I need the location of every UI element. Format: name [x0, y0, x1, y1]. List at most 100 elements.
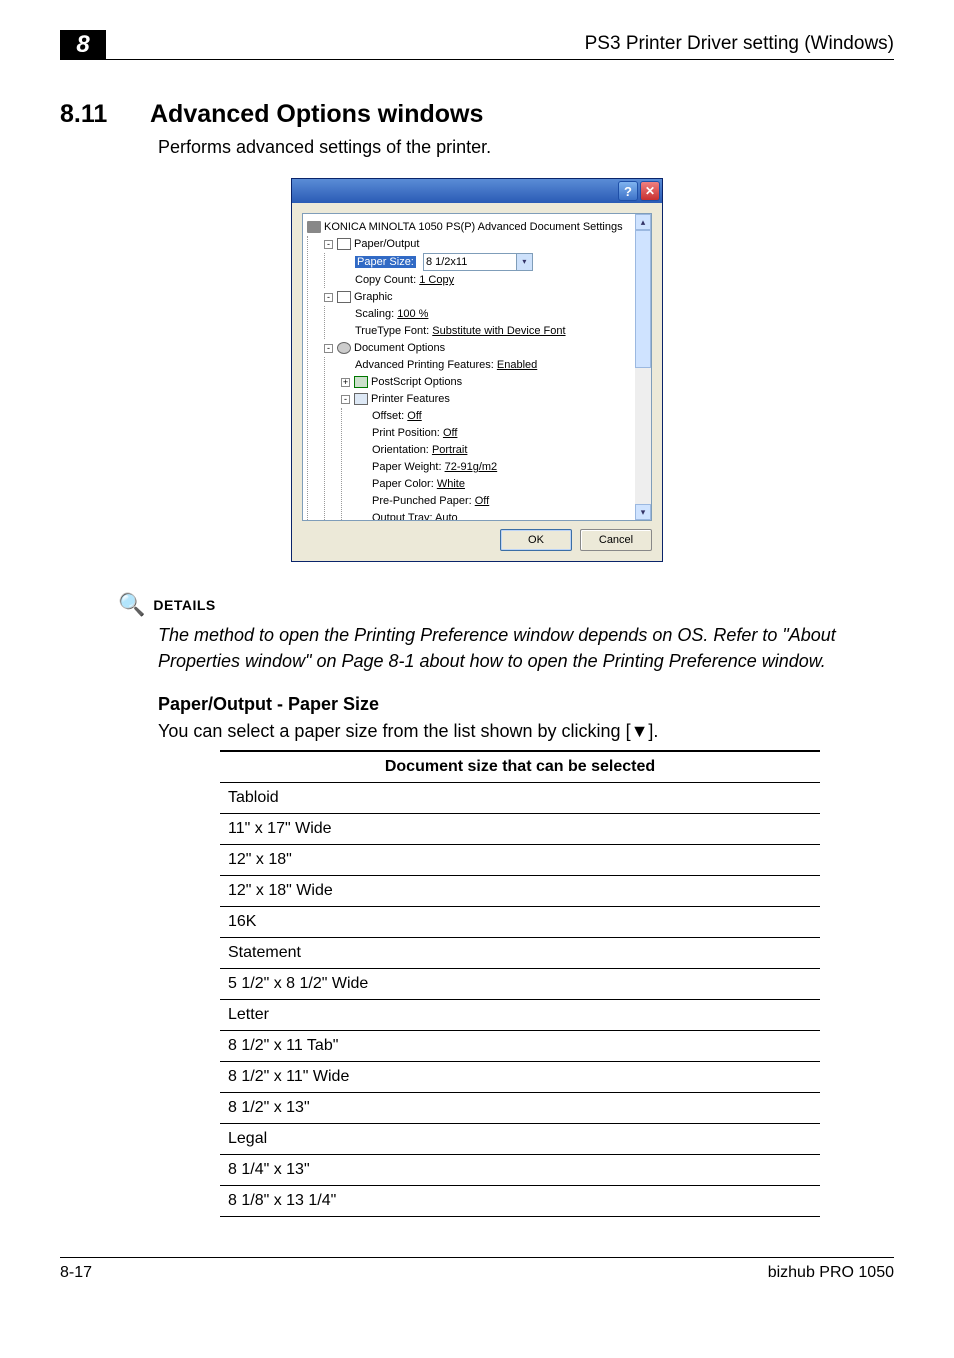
- table-row: Legal: [220, 1124, 820, 1155]
- section-intro: Performs advanced settings of the printe…: [158, 137, 894, 158]
- scaling-value[interactable]: 100 %: [397, 308, 428, 320]
- size-cell: 8 1/4" x 13": [220, 1155, 820, 1186]
- postscript-node[interactable]: PostScript Options: [371, 376, 462, 388]
- size-cell: Letter: [220, 1000, 820, 1031]
- paper-size-value: 8 1/2x11: [426, 256, 467, 268]
- size-cell: 8 1/8" x 13 1/4": [220, 1186, 820, 1217]
- size-cell: 8 1/2" x 13": [220, 1093, 820, 1124]
- cancel-button[interactable]: Cancel: [580, 529, 652, 551]
- footer-page-number: 8-17: [60, 1264, 92, 1282]
- printer-icon: [307, 221, 321, 233]
- size-cell: 8 1/2" x 11 Tab": [220, 1031, 820, 1062]
- truetype-label[interactable]: TrueType Font:: [355, 325, 429, 337]
- feature-label: Output Tray:: [372, 512, 433, 521]
- printer-features-icon: [354, 393, 368, 405]
- adv-print-value[interactable]: Enabled: [497, 359, 537, 371]
- running-header: PS3 Printer Driver setting (Windows): [585, 33, 894, 55]
- details-heading: DETAILS: [153, 597, 215, 613]
- graphic-node[interactable]: Graphic: [354, 291, 393, 303]
- printer-feature-item[interactable]: Print Position: Off: [358, 425, 651, 441]
- size-cell: 8 1/2" x 11" Wide: [220, 1062, 820, 1093]
- dialog-titlebar: ? ✕: [292, 179, 662, 203]
- paper-size-combo[interactable]: 8 1/2x11 ▾: [423, 253, 533, 271]
- feature-value[interactable]: Off: [475, 495, 489, 507]
- help-button[interactable]: ?: [618, 181, 638, 201]
- tree-root-label: KONICA MINOLTA 1050 PS(P) Advanced Docum…: [324, 221, 623, 233]
- feature-value[interactable]: Off: [443, 427, 457, 439]
- printer-feature-item[interactable]: Output Tray: Auto: [358, 510, 651, 521]
- feature-value[interactable]: Auto: [435, 512, 458, 521]
- printer-feature-item[interactable]: Orientation: Portrait: [358, 442, 651, 458]
- scroll-thumb[interactable]: [635, 230, 651, 368]
- paper-size-lead: You can select a paper size from the lis…: [158, 721, 894, 742]
- paper-size-subheading: Paper/Output - Paper Size: [158, 694, 894, 715]
- feature-label: Paper Color:: [372, 478, 434, 490]
- table-row: 8 1/8" x 13 1/4": [220, 1186, 820, 1217]
- feature-label: Offset:: [372, 410, 404, 422]
- printer-feature-item[interactable]: Pre-Punched Paper: Off: [358, 493, 651, 509]
- size-cell: 16K: [220, 907, 820, 938]
- table-row: 8 1/2" x 11 Tab": [220, 1031, 820, 1062]
- table-header: Document size that can be selected: [220, 751, 820, 783]
- printer-features-node[interactable]: Printer Features: [371, 393, 450, 405]
- details-callout: 🔍 DETAILS The method to open the Printin…: [158, 592, 894, 674]
- document-size-table: Document size that can be selected Tablo…: [220, 750, 820, 1217]
- size-cell: Legal: [220, 1124, 820, 1155]
- size-cell: Tabloid: [220, 783, 820, 814]
- size-cell: 12" x 18": [220, 845, 820, 876]
- printer-feature-item[interactable]: Paper Color: White: [358, 476, 651, 492]
- footer-product: bizhub PRO 1050: [768, 1264, 894, 1282]
- collapse-toggle[interactable]: -: [324, 344, 333, 353]
- feature-label: Print Position:: [372, 427, 440, 439]
- feature-label: Orientation:: [372, 444, 429, 456]
- scroll-down-button[interactable]: ▾: [635, 504, 651, 520]
- size-cell: 11" x 17" Wide: [220, 814, 820, 845]
- paper-output-node[interactable]: Paper/Output: [354, 238, 419, 250]
- section-title-text: Advanced Options windows: [150, 100, 483, 128]
- graphic-icon: [337, 291, 351, 303]
- close-button[interactable]: ✕: [640, 181, 660, 201]
- collapse-toggle[interactable]: -: [324, 240, 333, 249]
- feature-value[interactable]: White: [437, 478, 465, 490]
- feature-label: Pre-Punched Paper:: [372, 495, 472, 507]
- advanced-options-dialog: ? ✕ KONICA MINOLTA 1050 PS(P) Advanced D…: [291, 178, 663, 562]
- printer-feature-item[interactable]: Paper Weight: 72-91g/m2: [358, 459, 651, 475]
- paper-size-label[interactable]: Paper Size:: [355, 256, 416, 268]
- table-row: 8 1/2" x 11" Wide: [220, 1062, 820, 1093]
- expand-toggle[interactable]: +: [341, 378, 350, 387]
- table-row: 8 1/2" x 13": [220, 1093, 820, 1124]
- section-number: 8.11: [60, 100, 150, 129]
- chevron-down-icon[interactable]: ▾: [516, 254, 532, 270]
- chapter-number-tab: 8: [60, 30, 106, 60]
- copy-count-value[interactable]: 1 Copy: [419, 274, 454, 286]
- table-row: 12" x 18" Wide: [220, 876, 820, 907]
- feature-value[interactable]: Off: [407, 410, 421, 422]
- size-cell: Statement: [220, 938, 820, 969]
- scrollbar[interactable]: ▴ ▾: [635, 214, 651, 520]
- feature-value[interactable]: 72-91g/m2: [445, 461, 498, 473]
- page-footer: 8-17 bizhub PRO 1050: [60, 1257, 894, 1282]
- settings-tree: KONICA MINOLTA 1050 PS(P) Advanced Docum…: [302, 213, 652, 521]
- ok-button[interactable]: OK: [500, 529, 572, 551]
- magnifier-icon: 🔍: [118, 592, 145, 618]
- feature-value[interactable]: Portrait: [432, 444, 467, 456]
- document-options-node[interactable]: Document Options: [354, 342, 445, 354]
- table-row: 12" x 18": [220, 845, 820, 876]
- feature-label: Paper Weight:: [372, 461, 442, 473]
- table-row: 16K: [220, 907, 820, 938]
- scaling-label[interactable]: Scaling:: [355, 308, 394, 320]
- table-row: Tabloid: [220, 783, 820, 814]
- size-cell: 5 1/2" x 8 1/2" Wide: [220, 969, 820, 1000]
- document-icon: [337, 238, 351, 250]
- table-row: 5 1/2" x 8 1/2" Wide: [220, 969, 820, 1000]
- collapse-toggle[interactable]: -: [324, 293, 333, 302]
- table-row: 11" x 17" Wide: [220, 814, 820, 845]
- copy-count-label[interactable]: Copy Count:: [355, 274, 416, 286]
- section-heading: 8.11Advanced Options windows: [60, 100, 894, 129]
- scroll-up-button[interactable]: ▴: [635, 214, 651, 230]
- truetype-value[interactable]: Substitute with Device Font: [432, 325, 565, 337]
- postscript-icon: [354, 376, 368, 388]
- adv-print-label[interactable]: Advanced Printing Features:: [355, 359, 494, 371]
- printer-feature-item[interactable]: Offset: Off: [358, 408, 651, 424]
- collapse-toggle[interactable]: -: [341, 395, 350, 404]
